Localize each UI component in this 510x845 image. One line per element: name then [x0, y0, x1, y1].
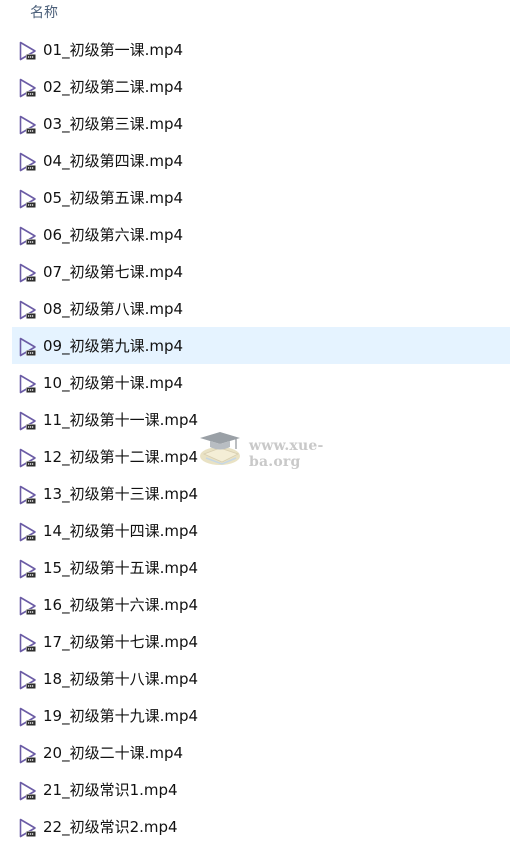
file-name: 08_初级第八课.mp4 [43, 300, 184, 318]
video-file-icon [17, 743, 39, 765]
file-row[interactable]: 03_初级第三课.mp4 [12, 105, 510, 142]
file-row[interactable]: 01_初级第一课.mp4 [12, 31, 510, 68]
file-name: 19_初级第十九课.mp4 [43, 707, 199, 725]
watermark: www.xue-ba.org [196, 424, 366, 470]
file-name: 10_初级第十课.mp4 [43, 374, 184, 392]
file-name: 15_初级第十五课.mp4 [43, 559, 199, 577]
column-header: 名称 [0, 0, 510, 26]
file-row[interactable]: 22_初级常识2.mp4 [12, 808, 510, 845]
file-row[interactable]: 19_初级第十九课.mp4 [12, 697, 510, 734]
video-file-icon [17, 558, 39, 580]
file-row[interactable]: 05_初级第五课.mp4 [12, 179, 510, 216]
file-name: 02_初级第二课.mp4 [43, 78, 184, 96]
file-row[interactable]: 17_初级第十七课.mp4 [12, 623, 510, 660]
file-row[interactable]: 21_初级常识1.mp4 [12, 771, 510, 808]
video-file-icon [17, 336, 39, 358]
file-row[interactable]: 15_初级第十五课.mp4 [12, 549, 510, 586]
file-row[interactable]: 20_初级二十课.mp4 [12, 734, 510, 771]
video-file-icon [17, 521, 39, 543]
file-name: 11_初级第十一课.mp4 [43, 411, 199, 429]
video-file-icon [17, 299, 39, 321]
video-file-icon [17, 706, 39, 728]
video-file-icon [17, 817, 39, 839]
file-name: 17_初级第十七课.mp4 [43, 633, 199, 651]
video-file-icon [17, 632, 39, 654]
video-file-icon [17, 484, 39, 506]
video-file-icon [17, 780, 39, 802]
file-row[interactable]: 09_初级第九课.mp4 [12, 327, 510, 364]
name-column-header[interactable]: 名称 [30, 2, 58, 22]
file-name: 06_初级第六课.mp4 [43, 226, 184, 244]
file-name: 09_初级第九课.mp4 [43, 337, 184, 355]
video-file-icon [17, 151, 39, 173]
video-file-icon [17, 188, 39, 210]
file-name: 13_初级第十三课.mp4 [43, 485, 199, 503]
file-name: 22_初级常识2.mp4 [43, 818, 178, 836]
video-file-icon [17, 77, 39, 99]
video-file-icon [17, 225, 39, 247]
file-name: 05_初级第五课.mp4 [43, 189, 184, 207]
video-file-icon [17, 373, 39, 395]
file-name: 03_初级第三课.mp4 [43, 115, 184, 133]
file-row[interactable]: 16_初级第十六课.mp4 [12, 586, 510, 623]
graduation-cap-icon [200, 432, 240, 465]
file-name: 12_初级第十二课.mp4 [43, 448, 199, 466]
file-name: 18_初级第十八课.mp4 [43, 670, 199, 688]
file-name: 16_初级第十六课.mp4 [43, 596, 199, 614]
file-row[interactable]: 14_初级第十四课.mp4 [12, 512, 510, 549]
file-row[interactable]: 02_初级第二课.mp4 [12, 68, 510, 105]
video-file-icon [17, 262, 39, 284]
file-row[interactable]: 13_初级第十三课.mp4 [12, 475, 510, 512]
file-name: 01_初级第一课.mp4 [43, 41, 184, 59]
file-row[interactable]: 10_初级第十课.mp4 [12, 364, 510, 401]
file-name: 04_初级第四课.mp4 [43, 152, 184, 170]
video-file-icon [17, 410, 39, 432]
file-name: 21_初级常识1.mp4 [43, 781, 178, 799]
file-name: 07_初级第七课.mp4 [43, 263, 184, 281]
watermark-text: www.xue-ba.org [249, 438, 324, 470]
video-file-icon [17, 669, 39, 691]
file-row[interactable]: 06_初级第六课.mp4 [12, 216, 510, 253]
video-file-icon [17, 447, 39, 469]
file-name: 14_初级第十四课.mp4 [43, 522, 199, 540]
video-file-icon [17, 595, 39, 617]
file-row[interactable]: 04_初级第四课.mp4 [12, 142, 510, 179]
file-row[interactable]: 07_初级第七课.mp4 [12, 253, 510, 290]
video-file-icon [17, 114, 39, 136]
file-name: 20_初级二十课.mp4 [43, 744, 184, 762]
video-file-icon [17, 40, 39, 62]
file-row[interactable]: 18_初级第十八课.mp4 [12, 660, 510, 697]
file-row[interactable]: 08_初级第八课.mp4 [12, 290, 510, 327]
